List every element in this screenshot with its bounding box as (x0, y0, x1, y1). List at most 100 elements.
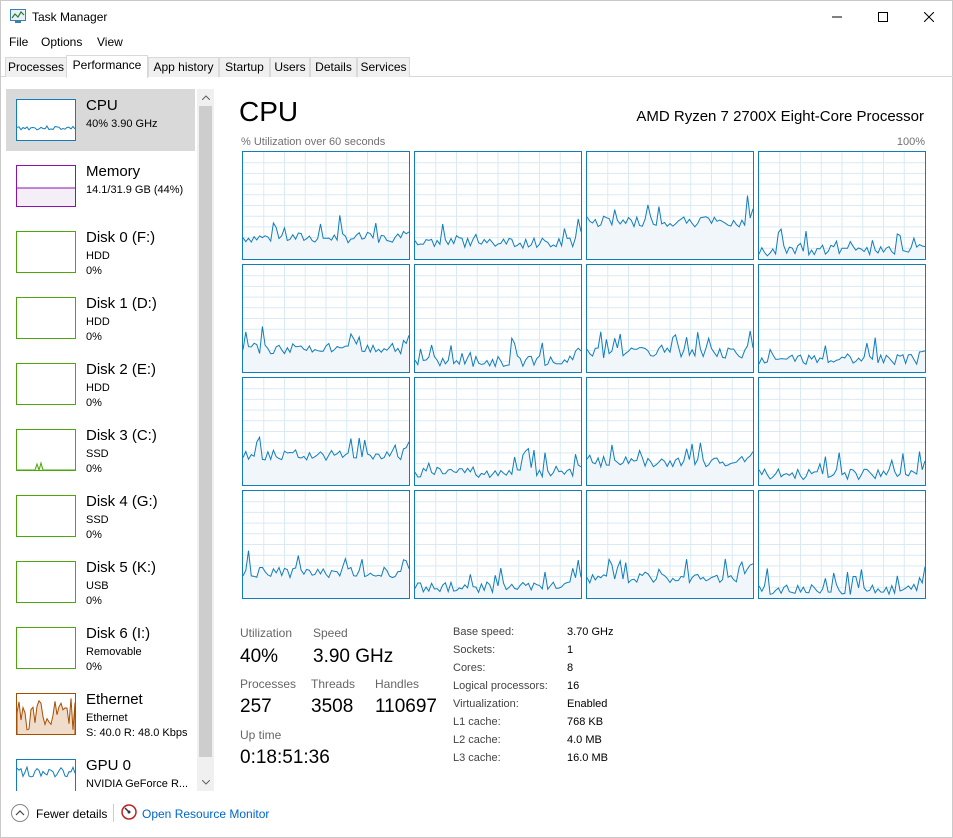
fewer-details-button[interactable] (11, 804, 29, 822)
sidebar-scrollbar[interactable] (197, 89, 214, 791)
core-graph-3 (758, 151, 926, 260)
sidebar-item-gpu-0[interactable]: GPU 0NVIDIA GeForce R...60% (72 °C) (6, 749, 195, 791)
sidebar-item-cpu[interactable]: CPU 40% 3.90 GHz (6, 89, 195, 151)
sidebar-item-usage: 0% (86, 463, 102, 475)
title-bar: Task Manager (1, 1, 953, 32)
sidebar-item-detail: Ethernet (86, 712, 128, 724)
core-graph-13 (414, 490, 582, 599)
resource-list: CPU 40% 3.90 GHz Memory 14.1/31.9 GB (44%) D… (4, 86, 215, 791)
sidebar-thumbnail-graph (16, 561, 76, 603)
core-graph-11 (758, 377, 926, 486)
minimize-icon (832, 16, 842, 17)
sidebar-item-detail: 14.1/31.9 GB (44%) (86, 184, 184, 196)
sidebar-item-memory[interactable]: Memory 14.1/31.9 GB (44%) (6, 155, 195, 217)
tab-details[interactable]: Details (310, 57, 357, 77)
tab-performance[interactable]: Performance (66, 55, 148, 78)
sidebar-item-name: Disk 4 (G:) (86, 493, 158, 510)
sidebar-item-ethernet[interactable]: Ethernet Ethernet S: 40.0 R: 48.0 Kbps (6, 683, 195, 745)
spec-label: Virtualization: (453, 698, 519, 710)
tab-processes[interactable]: Processes (5, 57, 67, 77)
sidebar-item-detail: SSD (86, 448, 109, 460)
core-graph-14 (586, 490, 754, 599)
sidebar-item-name: Disk 1 (D:) (86, 295, 157, 312)
window-title: Task Manager (32, 10, 108, 24)
spec-value: Enabled (567, 698, 608, 710)
sidebar-thumbnail-graph (16, 693, 76, 735)
sidebar-item-disk-4-g[interactable]: Disk 4 (G:) SSD 0% (6, 485, 195, 547)
spec-value: 1 (567, 644, 574, 656)
minimize-button[interactable] (814, 1, 860, 32)
spec-value: 8 (567, 662, 574, 674)
core-graph-0 (242, 151, 410, 260)
spec-label: Logical processors: (453, 680, 548, 692)
menu-options[interactable]: Options (41, 35, 82, 49)
sidebar-item-disk-1-d[interactable]: Disk 1 (D:) HDD 0% (6, 287, 195, 349)
tab-bar: Processes Performance App history Startu… (1, 55, 953, 78)
sidebar-item-name: Disk 5 (K:) (86, 559, 157, 576)
maximize-button[interactable] (860, 1, 906, 32)
uptime-label: Up time (240, 728, 282, 742)
utilization-value: 40% (240, 646, 279, 667)
sidebar-thumbnail-graph (16, 363, 76, 405)
sidebar-item-detail: 40% 3.90 GHz (86, 118, 158, 130)
scroll-up-button[interactable] (197, 89, 214, 106)
footer: Fewer details Open Resource Monitor (1, 799, 953, 829)
sidebar-thumbnail-graph (16, 99, 76, 141)
sidebar-thumbnail-graph (16, 495, 76, 537)
core-graph-2 (586, 151, 754, 260)
graph-caption: % Utilization over 60 seconds (241, 136, 386, 148)
core-graph-10 (586, 377, 754, 486)
sidebar-item-disk-2-e[interactable]: Disk 2 (E:) HDD 0% (6, 353, 195, 415)
scroll-thumb[interactable] (199, 106, 212, 757)
speed-value: 3.90 GHz (313, 646, 394, 667)
sidebar-item-usage: 0% (86, 661, 102, 673)
sidebar-item-usage: S: 40.0 R: 48.0 Kbps (86, 727, 188, 739)
sidebar-item-name: GPU 0 (86, 757, 132, 774)
resource-monitor-icon[interactable] (121, 804, 137, 820)
fewer-details-link[interactable]: Fewer details (36, 807, 107, 821)
maximize-icon (878, 11, 888, 22)
sidebar-item-name: Disk 0 (F:) (86, 229, 156, 246)
core-graph-1 (414, 151, 582, 260)
sidebar-item-name: Disk 6 (I:) (86, 625, 151, 642)
sidebar-item-disk-6-i[interactable]: Disk 6 (I:) Removable 0% (6, 617, 195, 679)
threads-label: Threads (311, 677, 356, 691)
sidebar-item-name: Memory (86, 163, 141, 180)
spec-label: L2 cache: (453, 734, 501, 746)
processor-name: AMD Ryzen 7 2700X Eight-Core Processor (636, 108, 924, 125)
spec-label: Base speed: (453, 626, 515, 638)
spec-label: L3 cache: (453, 752, 501, 764)
sidebar-item-detail: SSD (86, 514, 109, 526)
core-graph-15 (758, 490, 926, 599)
tab-users[interactable]: Users (270, 57, 310, 77)
sidebar-item-detail: Removable (86, 646, 142, 658)
close-icon (924, 11, 934, 22)
tab-app-history[interactable]: App history (148, 57, 219, 77)
tab-services[interactable]: Services (357, 57, 410, 77)
menu-file[interactable]: File (9, 35, 28, 49)
tab-startup[interactable]: Startup (219, 57, 270, 77)
cpu-core-graphs (242, 151, 928, 601)
core-graph-4 (242, 264, 410, 373)
handles-value: 110697 (375, 696, 437, 717)
utilization-label: Utilization (240, 626, 293, 640)
open-resource-monitor-link[interactable]: Open Resource Monitor (142, 807, 269, 821)
sidebar-item-usage: 0% (86, 529, 102, 541)
core-graph-12 (242, 490, 410, 599)
scroll-down-button[interactable] (197, 774, 214, 791)
sidebar-item-name: Disk 3 (C:) (86, 427, 157, 444)
sidebar-item-name: CPU (86, 97, 118, 114)
sidebar-item-disk-5-k[interactable]: Disk 5 (K:) USB 0% (6, 551, 195, 613)
close-button[interactable] (906, 1, 952, 32)
menu-view[interactable]: View (97, 35, 123, 49)
spec-label: L1 cache: (453, 716, 501, 728)
spec-value: 3.70 GHz (567, 626, 614, 638)
sidebar-item-name: Disk 2 (E:) (86, 361, 157, 378)
spec-value: 16.0 MB (567, 752, 608, 764)
sidebar-item-disk-3-c[interactable]: Disk 3 (C:) SSD 0% (6, 419, 195, 481)
sidebar-thumbnail-graph (16, 297, 76, 339)
sidebar-thumbnail-graph (16, 231, 76, 273)
sidebar-item-disk-0-f[interactable]: Disk 0 (F:) HDD 0% (6, 221, 195, 283)
core-graph-7 (758, 264, 926, 373)
chevron-down-icon (201, 780, 210, 785)
